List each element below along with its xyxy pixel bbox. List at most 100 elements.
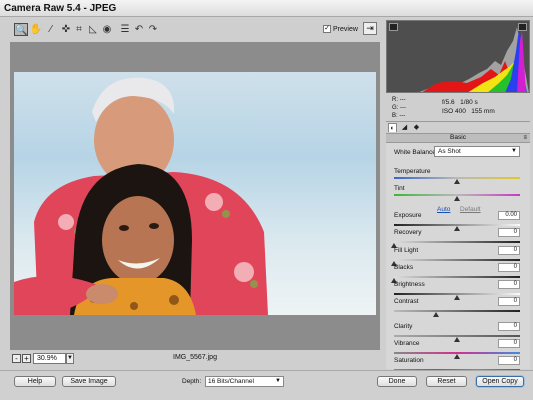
rgb-readout: R: --- G: --- B: --- [392, 96, 406, 120]
file-name: IMG_5567.jpg [173, 354, 217, 361]
open-copy-button[interactable]: Open Copy [476, 376, 524, 387]
g-label: G: [392, 105, 399, 111]
panel-menu-icon[interactable]: ≡ [523, 134, 527, 142]
exposure-slider-thumb[interactable] [454, 226, 460, 231]
preview-toggle[interactable]: ✓ Preview [323, 25, 358, 33]
brightness-slider-thumb[interactable] [454, 295, 460, 300]
tint-slider-thumb[interactable] [454, 196, 460, 201]
fill-light-value-field[interactable]: 0 [498, 246, 520, 255]
panel-tabs: ◐ ◢ ◆ [386, 121, 530, 133]
r-value: --- [399, 97, 406, 103]
chevron-down-icon: ▼ [511, 148, 517, 154]
tint-label: Tint [394, 185, 405, 192]
aperture-icon: ◐ [390, 125, 395, 132]
clarity-value-field[interactable]: 0 [498, 322, 520, 331]
fullscreen-button[interactable]: ⇥ [363, 22, 377, 35]
brightness-value-field[interactable]: 0 [498, 280, 520, 289]
depth-select[interactable]: 16 Bits/Channel ▼ [205, 376, 284, 387]
zoom-tool-button[interactable]: 🔍 [14, 23, 28, 36]
hand-tool-button[interactable]: ✋ [29, 23, 43, 36]
help-button[interactable]: Help [14, 376, 56, 387]
hand-icon: ✋ [29, 24, 43, 35]
preview-checkbox[interactable]: ✓ [323, 25, 331, 33]
recovery-slider-track[interactable] [394, 241, 520, 243]
histogram [386, 20, 530, 93]
straighten-tool-button[interactable]: ◺ [86, 23, 100, 36]
red-eye-tool-button[interactable]: ◉ [100, 23, 114, 36]
recovery-value-field[interactable]: 0 [498, 228, 520, 237]
auto-link[interactable]: Auto [437, 206, 450, 213]
chevron-down-icon: ▼ [275, 378, 281, 384]
shadow-clipping-toggle[interactable] [389, 23, 398, 31]
temperature-slider-thumb[interactable] [454, 179, 460, 184]
photo-illustration [14, 77, 268, 315]
white-balance-select[interactable]: As Shot ▼ [434, 146, 520, 157]
preferences-button[interactable]: ☰ [118, 23, 132, 36]
blacks-label: Blacks [394, 264, 414, 271]
depth-value: 16 Bits/Channel [208, 378, 254, 385]
pixel-readout: R: --- G: --- B: --- f/5.6 1/80 s ISO 40… [388, 96, 530, 120]
vibrance-slider-thumb[interactable] [454, 354, 460, 359]
focal-length: 155 mm [471, 108, 495, 115]
detail-icon: ◆ [413, 124, 420, 131]
fill-light-slider-track[interactable] [394, 259, 520, 261]
rotate-left-button[interactable]: ↶ [132, 23, 146, 36]
toolbar: 🔍 ✋ ⁄ ✜ ⌗ ◺ ◉ ☰ ↶ ↷ ✓ Preview ⇥ [0, 17, 386, 43]
shutter-speed: 1/80 s [460, 99, 478, 106]
status-bar: - + 30.9% ▼ IMG_5567.jpg [10, 352, 380, 366]
g-value: --- [400, 105, 407, 111]
tone-curve-icon: ◢ [401, 124, 408, 131]
white-balance-label: White Balance: [394, 149, 438, 156]
clarity-label: Clarity [394, 323, 413, 330]
clarity-slider-thumb[interactable] [454, 337, 460, 342]
vibrance-label: Vibrance [394, 340, 420, 347]
b-label: B: [392, 113, 398, 119]
window-title: Camera Raw 5.4 - JPEG [0, 0, 533, 17]
tab-tone-curve[interactable]: ◢ [400, 123, 409, 132]
preview-label: Preview [333, 25, 358, 33]
aperture: f/5.6 [442, 99, 455, 106]
tab-basic[interactable]: ◐ [388, 123, 397, 132]
default-link[interactable]: Default [460, 206, 481, 213]
crop-icon: ⌗ [76, 24, 82, 35]
zoom-icon: 🔍 [15, 25, 28, 36]
rotate-right-button[interactable]: ↷ [146, 23, 160, 36]
rotate-left-icon: ↶ [134, 24, 144, 35]
brightness-label: Brightness [394, 281, 425, 288]
saturation-value-field[interactable]: 0 [498, 356, 520, 365]
white-balance-value: As Shot [438, 148, 461, 155]
crop-tool-button[interactable]: ⌗ [72, 23, 86, 36]
b-value: --- [399, 113, 406, 119]
white-balance-tool-button[interactable]: ⁄ [44, 23, 58, 36]
basic-panel: White Balance: As Shot ▼ Temperature Tin… [386, 143, 530, 376]
blacks-slider-track[interactable] [394, 276, 520, 278]
color-sampler-icon: ✜ [61, 24, 71, 35]
contrast-slider-track[interactable] [394, 310, 520, 312]
highlight-clipping-toggle[interactable] [518, 23, 527, 31]
reset-button[interactable]: Reset [426, 376, 467, 387]
exif-info: f/5.6 1/80 s ISO 400 155 mm [442, 98, 495, 116]
r-label: R: [392, 97, 398, 103]
exposure-label: Exposure [394, 212, 422, 219]
image-canvas[interactable] [10, 42, 380, 350]
blacks-value-field[interactable]: 0 [498, 263, 520, 272]
photo-preview[interactable] [14, 72, 376, 315]
right-panel: R: --- G: --- B: --- f/5.6 1/80 s ISO 40… [384, 17, 533, 376]
depth-label: Depth: [182, 378, 202, 385]
temperature-label: Temperature [394, 168, 431, 175]
tab-detail[interactable]: ◆ [412, 123, 421, 132]
save-image-button[interactable]: Save Image [62, 376, 116, 387]
panel-title: Basic [450, 134, 466, 141]
color-sampler-tool-button[interactable]: ✜ [59, 23, 73, 36]
fill-light-label: Fill Light [394, 247, 419, 254]
contrast-slider-thumb[interactable] [432, 312, 439, 317]
vibrance-value-field[interactable]: 0 [498, 339, 520, 348]
straighten-icon: ◺ [89, 24, 97, 35]
contrast-value-field[interactable]: 0 [498, 297, 520, 306]
white-balance-icon: ⁄ [50, 24, 52, 35]
preferences-icon: ☰ [120, 24, 130, 35]
exposure-value-field[interactable]: 0.00 [498, 211, 520, 220]
fullscreen-icon: ⇥ [366, 23, 374, 33]
done-button[interactable]: Done [377, 376, 417, 387]
iso: ISO 400 [442, 108, 466, 115]
